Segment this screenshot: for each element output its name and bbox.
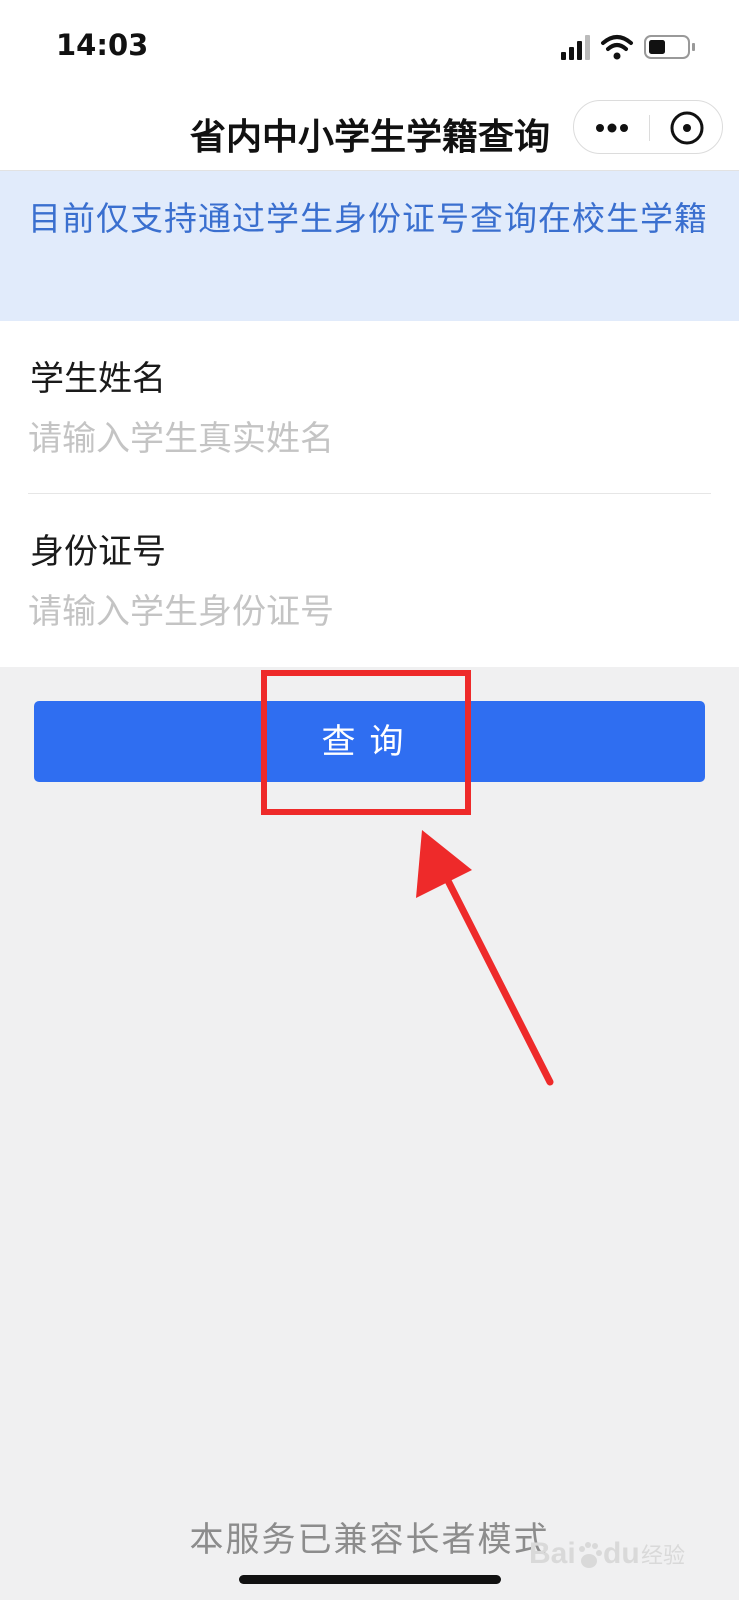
annotation-highlight-box <box>261 670 471 815</box>
more-icon <box>596 123 628 133</box>
home-indicator <box>239 1575 501 1584</box>
signal-icon <box>561 35 590 60</box>
close-button[interactable] <box>650 101 724 155</box>
id-field: 身份证号 <box>28 494 711 666</box>
nav-bar: 省内中小学生学籍查询 <box>0 90 739 171</box>
query-form: 学生姓名 身份证号 <box>0 321 739 667</box>
baidu-watermark: Bai du 经验 <box>529 1527 699 1577</box>
status-bar: 14:03 <box>0 0 739 90</box>
annotation-arrow-icon <box>416 830 554 1086</box>
status-icons <box>561 32 701 62</box>
name-field: 学生姓名 <box>28 321 711 493</box>
svg-text:经验: 经验 <box>641 1544 685 1569</box>
name-input[interactable] <box>28 411 711 467</box>
baidu-paw-icon: Bai du 经验 <box>529 1537 685 1570</box>
name-label: 学生姓名 <box>30 359 166 399</box>
id-number-input[interactable] <box>28 584 711 640</box>
page-title: 省内中小学生学籍查询 <box>189 117 550 158</box>
close-icon <box>670 111 704 145</box>
mini-program-capsule <box>573 100 723 154</box>
id-label: 身份证号 <box>30 532 166 572</box>
svg-text:Bai: Bai <box>529 1537 576 1570</box>
status-time: 14:03 <box>56 28 149 62</box>
battery-icon <box>644 35 695 59</box>
svg-text:du: du <box>603 1537 640 1570</box>
notice-text: 目前仅支持通过学生身份证号查询在校生学籍 <box>28 199 708 238</box>
more-button[interactable] <box>574 101 649 155</box>
notice-banner: 目前仅支持通过学生身份证号查询在校生学籍 <box>0 171 739 321</box>
wifi-icon <box>601 35 633 60</box>
